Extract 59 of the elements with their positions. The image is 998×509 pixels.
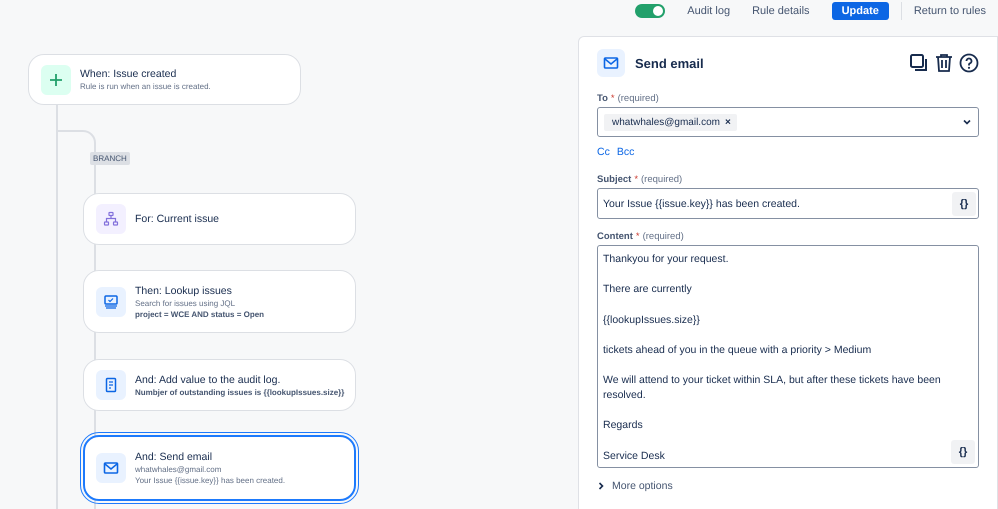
envelope-icon — [597, 49, 625, 77]
required-mark: * — [636, 231, 640, 242]
step-detail: Your Issue {{issue.key}} has been created. — [135, 476, 286, 485]
step-card[interactable]: For: Current issue — [83, 193, 356, 245]
chevron-right-icon — [597, 482, 605, 490]
content-paragraph: We will attend to your ticket within SLA, but after these tickets have been resolved. — [603, 373, 942, 404]
trash-icon[interactable] — [935, 53, 953, 73]
step-title: And: Add value to the audit log. — [135, 374, 282, 386]
step-card[interactable]: And: Add value to the audit log. Numbjer of outstanding issues is {{lookupIssues.size}} — [83, 359, 356, 411]
required-mark: * — [610, 93, 615, 104]
header-link[interactable]: Rule details — [752, 5, 810, 17]
update-button[interactable]: Update — [832, 2, 889, 20]
cc-link[interactable]: Cc — [597, 146, 610, 158]
required-hint: (required) — [642, 231, 684, 242]
step-card[interactable]: And: Send email whatwhales@gmail.com Your Issue {{issue.key}} has been created. — [83, 435, 356, 501]
required-hint: (required) — [618, 93, 659, 104]
content-paragraph: {{lookupIssues.size}} — [603, 312, 701, 328]
content-paragraph: There are currently — [603, 282, 693, 298]
copy-icon[interactable] — [909, 53, 929, 73]
required-hint: (required) — [641, 174, 682, 185]
panel-title: Send email — [635, 56, 705, 70]
return-link[interactable]: Return to rules — [914, 5, 986, 17]
content-paragraph: tickets ahead of you in the queue with a priority > Medium — [603, 342, 872, 358]
step-card[interactable]: Then: Lookup issues Search for issues using JQL project = WCE AND status = Open — [83, 270, 356, 333]
cc-link[interactable]: Bcc — [616, 146, 634, 158]
step-title: Then: Lookup issues — [135, 284, 233, 296]
branch-label: BRANCH — [90, 152, 130, 165]
content-paragraph: Service Desk — [603, 448, 666, 464]
subject-label: Subject — [597, 174, 632, 185]
envelope-icon — [96, 453, 126, 483]
more-options-toggle[interactable]: More options — [597, 480, 979, 492]
monitor-icon — [96, 286, 126, 316]
chevron-down-icon[interactable] — [962, 117, 972, 127]
content-paragraph: Regards — [603, 418, 644, 434]
step-detail: project = WCE AND status = Open — [135, 310, 264, 318]
step-title: When: Issue created — [80, 68, 178, 80]
smart-value-button[interactable]: {} — [951, 440, 975, 464]
content-label: Content — [597, 231, 633, 242]
content-paragraph: Thankyou for your request. — [603, 252, 730, 267]
help-icon[interactable] — [959, 53, 979, 73]
header-link[interactable]: Audit log — [687, 5, 730, 17]
smart-value-button[interactable]: {} — [952, 192, 976, 216]
subject-field[interactable]: Your Issue {{issue.key}} has been created. {} — [597, 188, 979, 219]
step-title: For: Current issue — [135, 213, 220, 225]
trigger-card[interactable]: When: Issue created Rule is run when an issue is created. — [28, 54, 301, 105]
to-field[interactable]: whatwhales@gmail.com × — [597, 107, 979, 137]
step-detail: whatwhales@gmail.com — [135, 465, 222, 474]
content-field[interactable] — [597, 245, 979, 468]
document-icon — [96, 370, 126, 400]
plus-icon — [41, 64, 71, 94]
step-detail: Rule is run when an issue is created. — [80, 82, 211, 91]
step-detail: Search for issues using JQL — [135, 298, 236, 308]
hierarchy-icon — [96, 204, 126, 234]
required-mark: * — [634, 174, 638, 185]
rule-toggle[interactable] — [635, 4, 666, 18]
step-detail: Numbjer of outstanding issues is {{lookupIssues.size}} — [135, 388, 344, 396]
email-chip[interactable]: whatwhales@gmail.com × — [604, 114, 737, 130]
step-title: And: Send email — [135, 451, 214, 463]
to-label: To — [597, 93, 608, 104]
